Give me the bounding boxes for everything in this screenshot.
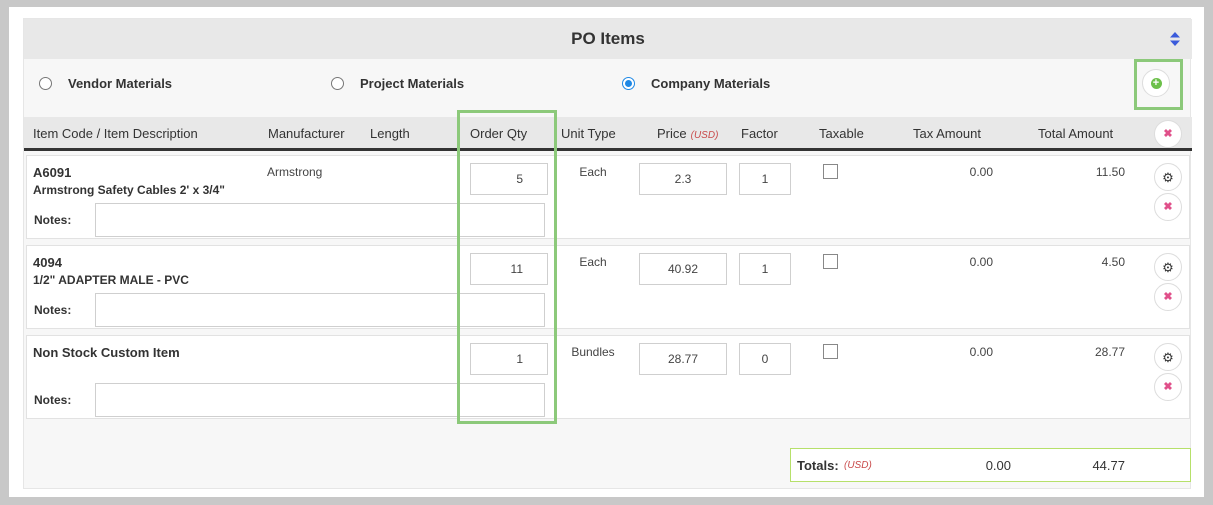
material-source-selector: Vendor Materials Project Materials Compa… <box>24 59 1192 117</box>
factor-input[interactable]: 1 <box>739 163 791 195</box>
col-length: Length <box>370 126 410 141</box>
gear-icon: ⚙ <box>1162 169 1174 185</box>
radio-vendor-materials[interactable]: Vendor Materials <box>39 76 172 91</box>
table-row: Non Stock Custom Item 1 Bundles 28.77 0 … <box>26 335 1190 419</box>
radio-label: Vendor Materials <box>68 76 173 91</box>
row-remove-button[interactable]: ✖ <box>1154 373 1182 401</box>
col-price-label: Price <box>657 126 687 141</box>
price-input[interactable]: 2.3 <box>639 163 727 195</box>
order-qty-input[interactable]: 1 <box>470 343 548 375</box>
x-icon: ✖ <box>1163 290 1173 303</box>
tax-amount: 0.00 <box>969 345 993 359</box>
item-code: Non Stock Custom Item <box>33 345 180 360</box>
radio-circle-selected[interactable] <box>622 77 635 90</box>
sort-arrows-icon[interactable] <box>1168 31 1182 47</box>
row-settings-button[interactable]: ⚙ <box>1154 343 1182 371</box>
unit-type: Each <box>579 165 607 179</box>
col-manufacturer: Manufacturer <box>268 126 345 141</box>
taxable-checkbox[interactable] <box>823 254 838 269</box>
table-row: 4094 1/2" ADAPTER MALE - PVC 11 Each 40.… <box>26 245 1190 329</box>
unit-type: Each <box>579 255 607 269</box>
radio-project-materials[interactable]: Project Materials <box>331 76 464 91</box>
row-remove-button[interactable]: ✖ <box>1154 193 1182 221</box>
col-price-currency: (USD) <box>690 130 719 141</box>
item-description: Armstrong Safety Cables 2' x 3/4" <box>33 183 225 197</box>
notes-label: Notes: <box>34 213 72 227</box>
po-items-container: PO Items Vendor Materials Project Materi… <box>23 18 1192 489</box>
taxable-checkbox[interactable] <box>823 344 838 359</box>
totals-label: Totals: <box>797 458 839 473</box>
x-icon: ✖ <box>1163 380 1173 393</box>
order-qty-input[interactable]: 11 <box>470 253 548 285</box>
gear-icon: ⚙ <box>1162 259 1174 275</box>
unit-type: Bundles <box>571 345 615 359</box>
plus-circle-icon: + <box>1150 77 1162 89</box>
radio-label: Company Materials <box>651 76 771 91</box>
row-settings-button[interactable]: ⚙ <box>1154 253 1182 281</box>
item-code: A6091 <box>33 165 72 180</box>
radio-circle[interactable] <box>331 77 344 90</box>
add-item-button[interactable]: + <box>1142 69 1170 97</box>
x-icon: ✖ <box>1163 127 1173 140</box>
table-row: A6091 Armstrong Safety Cables 2' x 3/4" … <box>26 155 1190 239</box>
total-amount: 4.50 <box>1101 255 1125 269</box>
remove-all-button[interactable]: ✖ <box>1154 120 1182 148</box>
col-item: Item Code / Item Description <box>33 126 198 141</box>
total-amount: 28.77 <box>1094 345 1125 359</box>
item-description: 1/2" ADAPTER MALE - PVC <box>33 273 189 287</box>
col-unit-type: Unit Type <box>561 126 616 141</box>
col-order-qty: Order Qty <box>470 126 528 141</box>
totals-amount: 44.77 <box>1092 458 1125 473</box>
panel-title: PO Items <box>571 29 645 48</box>
item-code: 4094 <box>33 255 62 270</box>
totals-summary: Totals: (USD) 0.00 44.77 <box>790 448 1191 482</box>
price-input[interactable]: 40.92 <box>639 253 727 285</box>
price-input[interactable]: 28.77 <box>639 343 727 375</box>
radio-label: Project Materials <box>360 76 465 91</box>
row-settings-button[interactable]: ⚙ <box>1154 163 1182 191</box>
col-price: Price (USD) <box>657 126 718 141</box>
totals-tax: 0.00 <box>985 458 1011 473</box>
tax-amount: 0.00 <box>969 165 993 179</box>
notes-input[interactable] <box>95 293 545 327</box>
order-qty-input[interactable]: 5 <box>470 163 548 195</box>
notes-input[interactable] <box>95 203 545 237</box>
factor-input[interactable]: 1 <box>739 253 791 285</box>
taxable-checkbox[interactable] <box>823 164 838 179</box>
gear-icon: ⚙ <box>1162 349 1174 365</box>
col-taxable: Taxable <box>819 126 864 141</box>
notes-label: Notes: <box>34 303 72 317</box>
notes-label: Notes: <box>34 393 72 407</box>
row-remove-button[interactable]: ✖ <box>1154 283 1182 311</box>
x-icon: ✖ <box>1163 200 1173 213</box>
col-total-amount: Total Amount <box>1038 126 1114 141</box>
factor-input[interactable]: 0 <box>739 343 791 375</box>
col-factor: Factor <box>741 126 778 141</box>
po-items-panel: PO Items Vendor Materials Project Materi… <box>9 7 1204 497</box>
totals-currency: (USD) <box>844 460 872 471</box>
col-tax-amount: Tax Amount <box>913 126 981 141</box>
total-amount: 11.50 <box>1095 165 1125 179</box>
radio-company-materials[interactable]: Company Materials <box>622 76 770 91</box>
items-table-header: Item Code / Item Description Manufacture… <box>24 117 1192 151</box>
notes-input[interactable] <box>95 383 545 417</box>
radio-circle[interactable] <box>39 77 52 90</box>
item-manufacturer: Armstrong <box>267 165 323 179</box>
tax-amount: 0.00 <box>969 255 993 269</box>
panel-header: PO Items <box>24 19 1192 59</box>
